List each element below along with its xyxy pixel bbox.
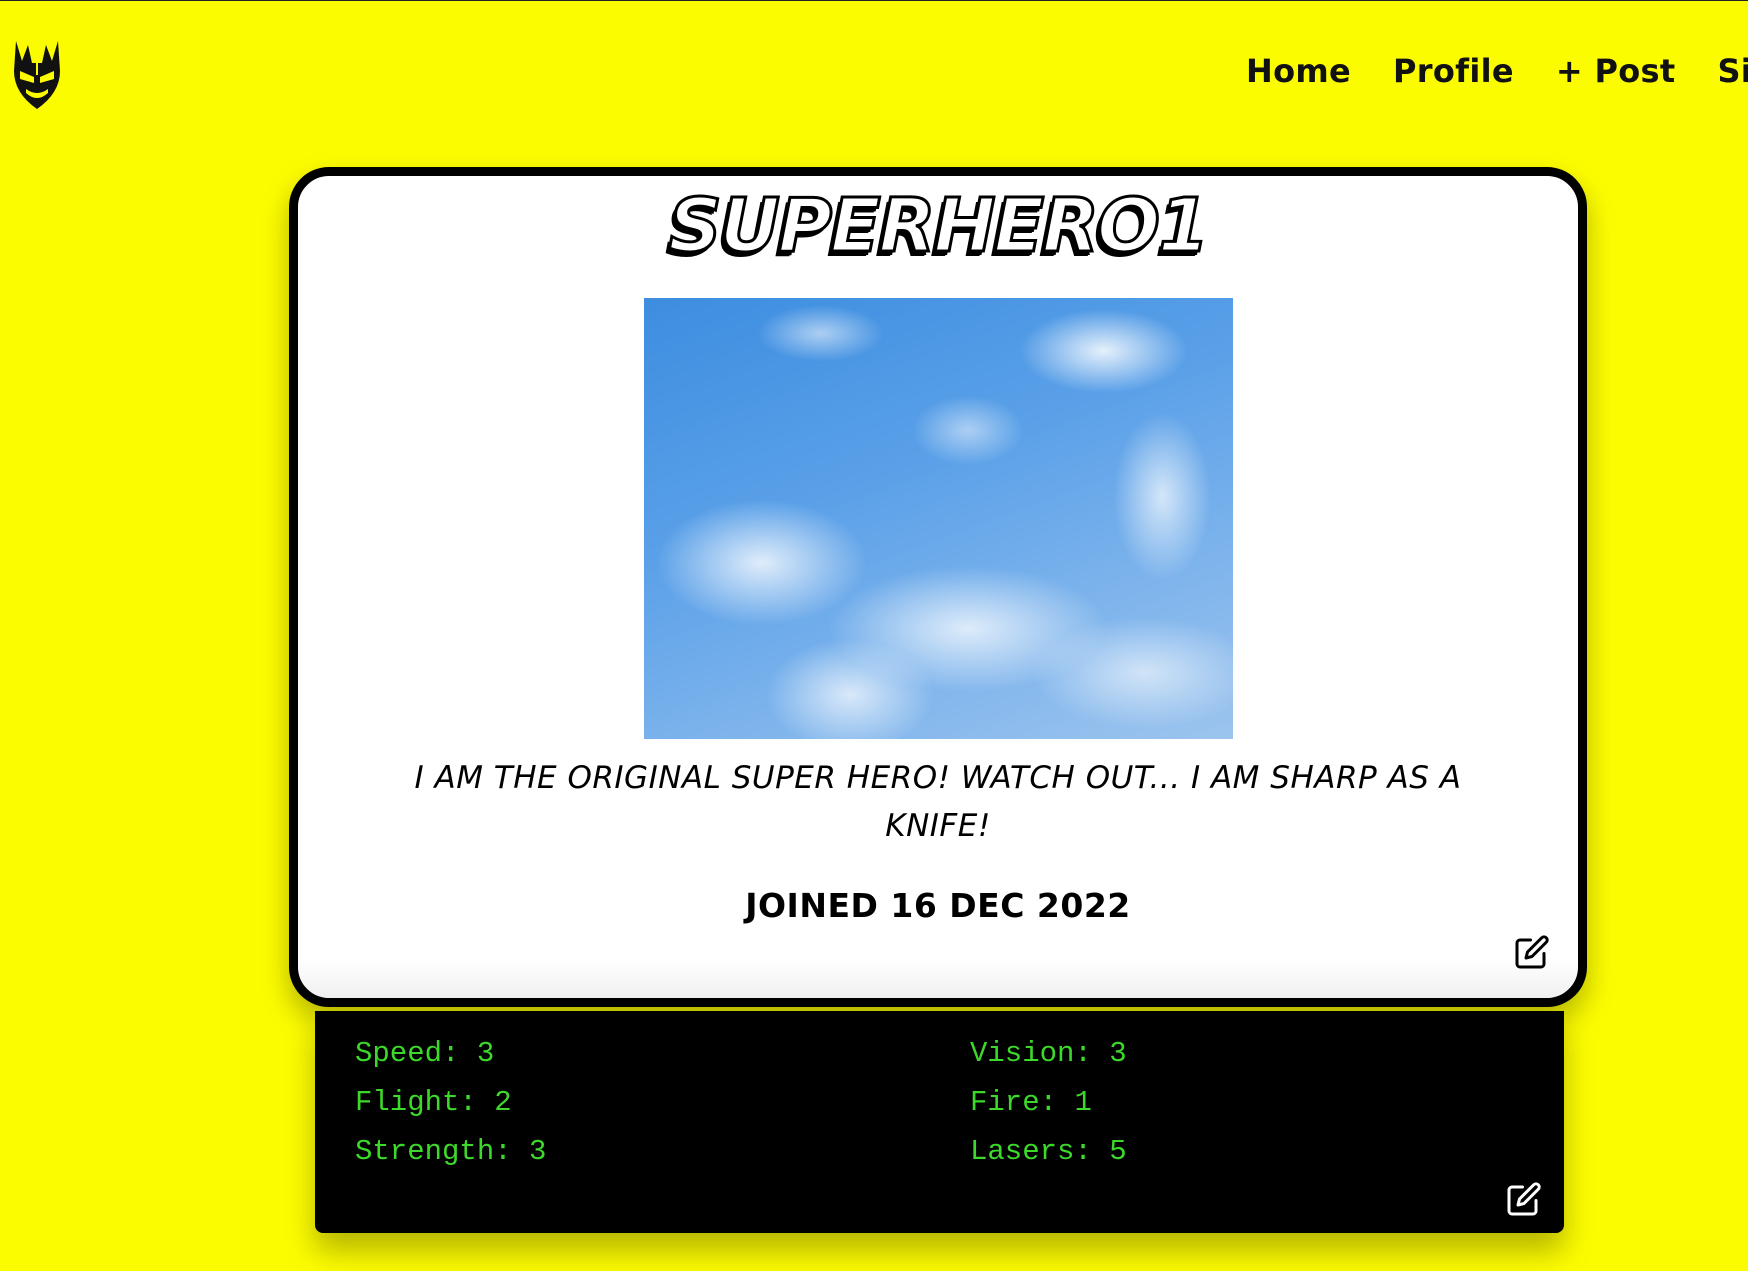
profile-image xyxy=(644,298,1233,739)
stat-label: Strength xyxy=(355,1135,495,1168)
edit-stats-button[interactable] xyxy=(1506,1181,1542,1217)
stat-value: 1 xyxy=(1074,1086,1092,1119)
nav-sign-out[interactable]: Sign out xyxy=(1717,52,1748,90)
stat-strength: Strength: 3 xyxy=(355,1135,547,1168)
stat-label: Lasers xyxy=(970,1135,1075,1168)
stats-panel: Speed: 3 Flight: 2 Strength: 3 Vision: 3… xyxy=(315,1011,1564,1233)
stat-value: 3 xyxy=(1109,1037,1127,1070)
stat-label: Flight xyxy=(355,1086,460,1119)
stat-vision: Vision: 3 xyxy=(970,1037,1127,1070)
stat-lasers: Lasers: 5 xyxy=(970,1135,1127,1168)
stat-value: 5 xyxy=(1109,1135,1127,1168)
stat-fire: Fire: 1 xyxy=(970,1086,1092,1119)
profile-username: SUPERHERO1 xyxy=(667,182,1211,271)
profile-joined-date: JOINED 16 DEC 2022 xyxy=(745,886,1131,925)
edit-profile-button[interactable] xyxy=(1514,934,1550,970)
nav-add-post[interactable]: + Post xyxy=(1556,52,1676,90)
stats-column-right: Vision: 3 Fire: 1 Lasers: 5 xyxy=(970,1029,1127,1176)
stat-label: Fire xyxy=(970,1086,1040,1119)
stat-value: 2 xyxy=(494,1086,512,1119)
edit-icon xyxy=(1515,935,1549,969)
main-nav: Home Profile + Post Sign out xyxy=(1246,51,1748,91)
stat-label: Speed xyxy=(355,1037,443,1070)
stat-value: 3 xyxy=(529,1135,547,1168)
stat-speed: Speed: 3 xyxy=(355,1037,495,1070)
stat-flight: Flight: 2 xyxy=(355,1086,512,1119)
nav-home[interactable]: Home xyxy=(1246,52,1351,90)
nav-profile[interactable]: Profile xyxy=(1393,52,1514,90)
logo-icon[interactable] xyxy=(8,31,66,113)
stat-label: Vision xyxy=(970,1037,1075,1070)
edit-icon xyxy=(1507,1182,1541,1216)
profile-card: SUPERHERO1 I am the original super hero!… xyxy=(289,167,1587,1007)
stats-column-left: Speed: 3 Flight: 2 Strength: 3 xyxy=(355,1029,546,1176)
profile-bio: I am the original super hero! Watch out.… xyxy=(414,760,1462,844)
stat-value: 3 xyxy=(476,1037,495,1070)
